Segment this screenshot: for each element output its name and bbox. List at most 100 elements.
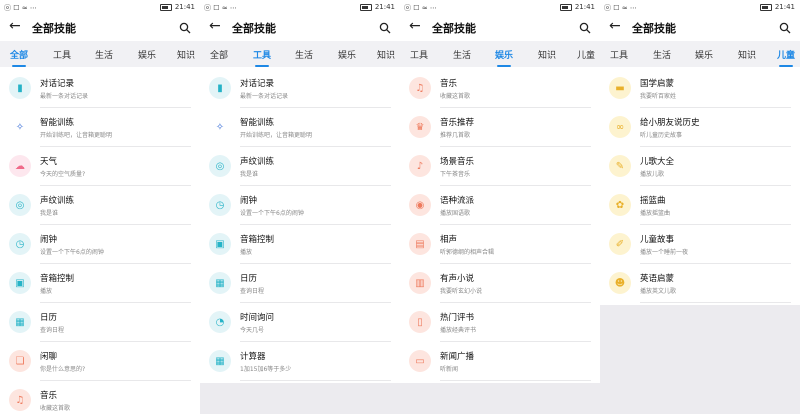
tab-娱乐[interactable]: 娱乐 [495, 48, 513, 61]
skill-list-item[interactable]: ▦ 日历 查询日程 [200, 264, 400, 303]
skill-list-item[interactable]: ✐ 儿童故事 播放一个睡前一夜 [600, 225, 800, 264]
skill-list-item[interactable]: ✧ 智能训练 开始训练吧，让音箱更聪明 [0, 108, 200, 147]
skill-list-item[interactable]: ❏ 闲聊 你是什么意思的? [0, 342, 200, 381]
status-bar: ⓞ ☐ ≈ ⋯ 21:41 [200, 0, 400, 14]
music-icon: ♫ [409, 77, 431, 99]
skill-list-item[interactable]: ▯ 热门评书 播放经典评书 [400, 303, 600, 342]
skill-list-item[interactable]: ◷ 闹钟 设置一个下午6点的闹钟 [200, 186, 400, 225]
tab-工具[interactable]: 工具 [410, 48, 428, 61]
skill-list-item[interactable]: ☁ 天气 今天的空气质量? [0, 147, 200, 186]
category-tabs: 工具 生活 娱乐 知识 儿童 [400, 41, 600, 67]
skill-list-item[interactable]: ▣ 音箱控制 播放 [200, 225, 400, 264]
skill-example: 查询日程 [240, 288, 265, 295]
skill-name: 音乐 [440, 79, 458, 89]
tab-生活[interactable]: 生活 [295, 48, 313, 61]
voice-icon: ▮ [9, 77, 31, 99]
skill-list-item[interactable]: ✿ 摇篮曲 播放摇篮曲 [600, 186, 800, 225]
skill-example: 下午茶音乐 [440, 171, 471, 178]
phone-screen-3: ⓞ ☐ ≈ ⋯ 21:41 ← 全部技能 工具 生活 娱乐 知识 儿童 ♫ 音乐 收藏这… [400, 0, 600, 414]
lullaby-icon: ✿ [609, 194, 631, 216]
tab-娱乐[interactable]: 娱乐 [338, 48, 356, 61]
skill-name: 声纹训练 [240, 157, 275, 167]
tab-生活[interactable]: 生活 [95, 48, 113, 61]
status-right: 21:41 [359, 3, 395, 11]
status-right: 21:41 [559, 3, 595, 11]
skill-list-item[interactable]: ◎ 声纹训练 我是谁 [200, 147, 400, 186]
tab-全部[interactable]: 全部 [210, 48, 228, 61]
skill-name: 对话记录 [240, 79, 275, 89]
skill-list-item[interactable]: ◷ 闹钟 设置一个下午6点的闹钟 [0, 225, 200, 264]
skill-list-item[interactable]: ◎ 声纹训练 我是谁 [0, 186, 200, 225]
search-icon[interactable] [179, 19, 191, 38]
tab-工具[interactable]: 工具 [253, 48, 271, 61]
status-bar: ⓞ ☐ ≈ ⋯ 21:41 [400, 0, 600, 14]
back-arrow-icon[interactable]: ← [209, 18, 221, 34]
radio-icon: ▭ [409, 350, 431, 372]
calculator-icon: ▦ [209, 350, 231, 372]
skill-list-item[interactable]: ☻ 英语启蒙 播放英文儿歌 [600, 264, 800, 303]
skill-list-item[interactable]: ▦ 日历 查询日程 [0, 303, 200, 342]
skill-list-item[interactable]: ♫ 音乐 收藏这首歌 [400, 69, 600, 108]
category-tabs: 全部 工具 生活 娱乐 知识 [0, 41, 200, 67]
tab-儿童[interactable]: 儿童 [777, 48, 795, 61]
tab-生活[interactable]: 生活 [653, 48, 671, 61]
status-right: 21:41 [759, 3, 795, 11]
status-icons-left: ⓞ ☐ ≈ ⋯ [604, 4, 637, 12]
phone-screen-4: ⓞ ☐ ≈ ⋯ 21:41 ← 全部技能 工具 生活 娱乐 知识 儿童 ▬ 国学启蒙 我… [600, 0, 800, 414]
category-tabs: 工具 生活 娱乐 知识 儿童 [600, 41, 800, 67]
genre-icon: ◉ [409, 194, 431, 216]
skill-list-item[interactable]: ✧ 智能训练 开始训练吧，让音箱更聪明 [200, 108, 400, 147]
skill-list-item[interactable]: ▣ 音箱控制 播放 [0, 264, 200, 303]
skill-list-item[interactable]: ▭ 新闻广播 听新闻 [400, 342, 600, 381]
skill-list-item[interactable]: ◉ 语种流派 播放国语歌 [400, 186, 600, 225]
skill-list-item[interactable]: ◔ 时间询问 今天几号 [200, 303, 400, 342]
divider [240, 380, 391, 381]
tab-知识[interactable]: 知识 [538, 48, 556, 61]
back-arrow-icon[interactable]: ← [409, 18, 421, 34]
tab-娱乐[interactable]: 娱乐 [138, 48, 156, 61]
battery-icon [359, 3, 372, 11]
tab-知识[interactable]: 知识 [377, 48, 395, 61]
search-icon[interactable] [779, 19, 791, 38]
wand-icon: ✧ [209, 116, 231, 138]
skill-list-item[interactable]: ∞ 给小朋友说历史 听儿童历史故事 [600, 108, 800, 147]
skill-list-item[interactable]: ✎ 儿歌大全 播放儿歌 [600, 147, 800, 186]
skill-list-item[interactable]: ▬ 国学启蒙 我要听百家姓 [600, 69, 800, 108]
skill-name: 音箱控制 [240, 235, 275, 245]
skill-list-item[interactable]: ▥ 有声小说 我要听玄幻小说 [400, 264, 600, 303]
skill-example: 播放 [40, 288, 53, 295]
back-arrow-icon[interactable]: ← [609, 18, 621, 34]
skill-example: 收藏这首歌 [440, 93, 471, 100]
skill-list-item[interactable]: ▦ 计算器 1加15加6等于多少 [200, 342, 400, 381]
tab-工具[interactable]: 工具 [610, 48, 628, 61]
skill-list-item[interactable]: ♛ 音乐推荐 推荐几首歌 [400, 108, 600, 147]
wand-icon: ✧ [9, 116, 31, 138]
skill-example: 播放经典评书 [440, 327, 477, 334]
skill-name: 英语启蒙 [640, 274, 675, 284]
tab-生活[interactable]: 生活 [453, 48, 471, 61]
tab-儿童[interactable]: 儿童 [577, 48, 595, 61]
phone-screen-1: ⓞ ☐ ≈ ⋯ 21:41 ← 全部技能 全部 工具 生活 娱乐 知识 ▮ 对话记录 最… [0, 0, 200, 414]
skill-example: 开始训练吧，让音箱更聪明 [40, 132, 113, 139]
tab-全部[interactable]: 全部 [10, 48, 28, 61]
skill-list-item[interactable]: ▮ 对话记录 最新一条对话记录 [200, 69, 400, 108]
skill-list-item[interactable]: ♪ 场景音乐 下午茶音乐 [400, 147, 600, 186]
back-arrow-icon[interactable]: ← [9, 18, 21, 34]
crosstalk-icon: ▤ [409, 233, 431, 255]
skill-list-item[interactable]: ▮ 对话记录 最新一条对话记录 [0, 69, 200, 108]
search-icon[interactable] [579, 19, 591, 38]
search-icon[interactable] [379, 19, 391, 38]
skill-example: 听新闻 [440, 366, 459, 373]
skill-list-item[interactable]: ♫ 音乐 收藏这首歌 [0, 381, 200, 414]
category-tabs: 全部 工具 生活 娱乐 知识 [200, 41, 400, 67]
tab-娱乐[interactable]: 娱乐 [695, 48, 713, 61]
status-icons-left: ⓞ ☐ ≈ ⋯ [404, 4, 437, 12]
tab-工具[interactable]: 工具 [53, 48, 71, 61]
tab-知识[interactable]: 知识 [177, 48, 195, 61]
skill-example: 1加15加6等于多少 [240, 366, 292, 373]
tab-知识[interactable]: 知识 [738, 48, 756, 61]
skill-name: 新闻广播 [440, 352, 475, 362]
status-bar: ⓞ ☐ ≈ ⋯ 21:41 [600, 0, 800, 14]
skill-list-item[interactable]: ▤ 相声 听郭德纲的相声合辑 [400, 225, 600, 264]
skill-example: 播放国语歌 [440, 210, 471, 217]
